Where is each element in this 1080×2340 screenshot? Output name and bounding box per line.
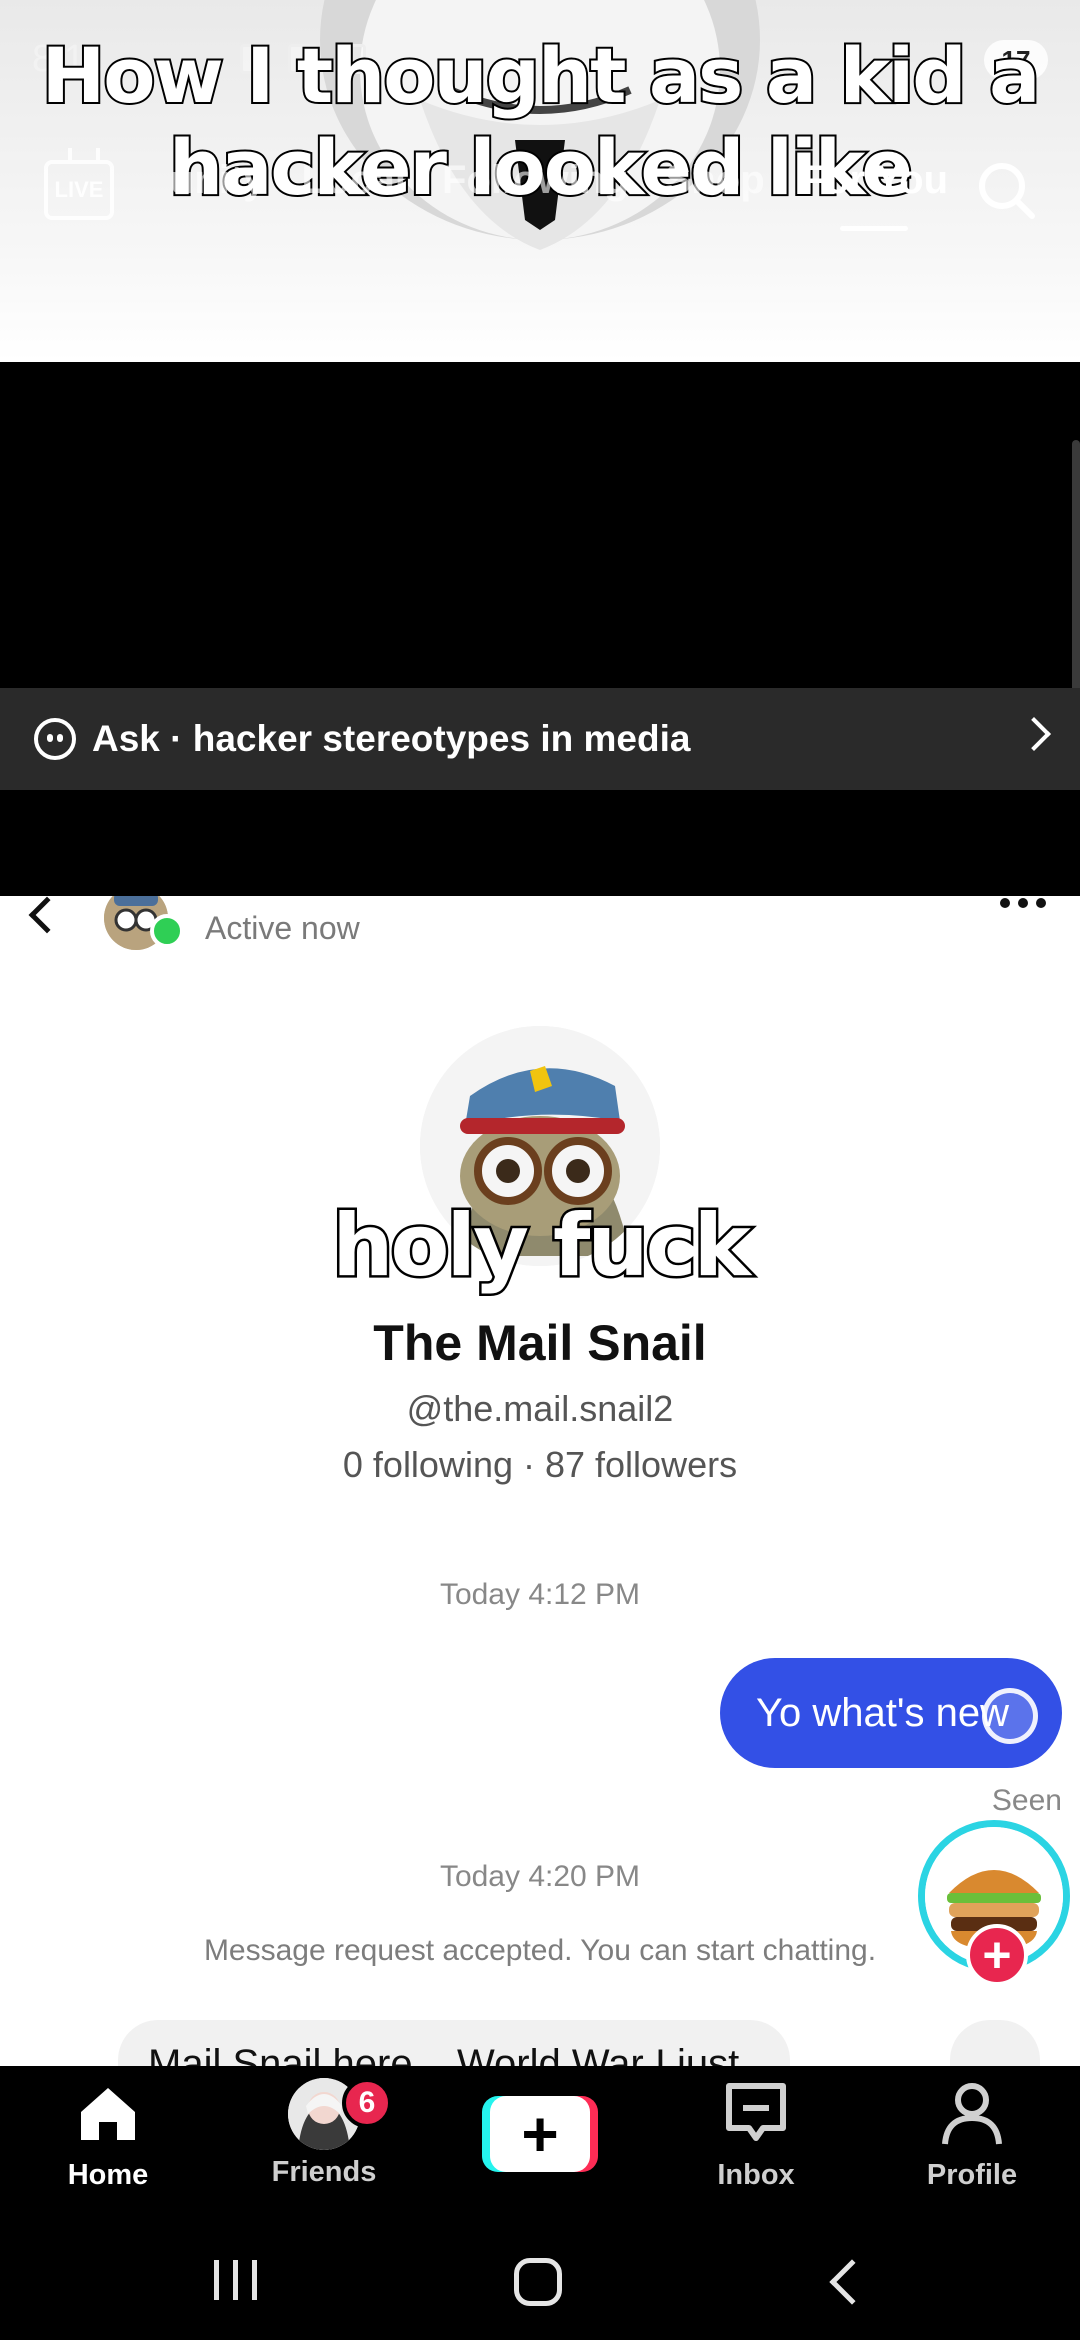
nav-friends-label: Friends: [271, 2156, 377, 2188]
search-icon[interactable]: [974, 158, 1038, 222]
system-navigation-bar: [0, 2220, 1080, 2340]
profile-icon: [942, 2083, 1002, 2145]
back-arrow-icon[interactable]: [28, 896, 66, 934]
ai-assistant-icon: [34, 718, 76, 760]
nav-friends[interactable]: 6 Friends: [224, 2078, 424, 2189]
top-feed-nav: LIVE unity Local Following Shop For You: [0, 150, 1080, 240]
recent-apps-icon[interactable]: [214, 2260, 257, 2300]
assistant-overlay-icon[interactable]: [982, 1688, 1038, 1744]
sticker-text-overlay: holy fuck: [330, 1194, 754, 1299]
inbox-icon: [726, 2083, 786, 2141]
ask-query-text: Ask · hacker stereotypes in media: [92, 718, 691, 759]
tab-for-you[interactable]: For You: [801, 158, 948, 231]
profile-stats: 0 following · 87 followers: [342, 1444, 738, 1485]
bottom-tab-bar: Home 6 Friends + Inbox Profile: [0, 2066, 1080, 2220]
received-message-bubble[interactable]: Mail Snail here... World War I just: [118, 2020, 790, 2066]
nav-profile-label: Profile: [926, 2159, 1018, 2191]
active-status-text: Active now: [205, 910, 360, 946]
chevron-right-icon: [1017, 717, 1051, 751]
system-notice: Message request accepted. You can start …: [203, 1934, 877, 1967]
received-message-bubble-partial[interactable]: [950, 2020, 1040, 2066]
tab-following[interactable]: Following: [442, 158, 629, 203]
nav-home-label: Home: [67, 2159, 149, 2191]
nav-home[interactable]: Home: [8, 2078, 208, 2192]
profile-name[interactable]: The Mail Snail: [0, 1314, 1080, 1372]
meme-caption-line-1: How I thought as a kid a: [40, 29, 1043, 122]
home-button-icon[interactable]: [514, 2258, 562, 2306]
nav-inbox-label: Inbox: [717, 2159, 795, 2191]
live-tv-icon[interactable]: LIVE: [44, 160, 114, 220]
tab-shop[interactable]: Shop: [665, 158, 765, 203]
plus-icon: +: [490, 2096, 590, 2172]
friends-notification-badge: 6: [342, 2078, 392, 2128]
sent-message-text: Yo what's new: [756, 1690, 1009, 1735]
online-status-indicator: [150, 914, 184, 948]
tab-community[interactable]: unity: [170, 158, 266, 203]
message-timestamp: Today 4:12 PM: [439, 1578, 641, 1611]
video-top-frame[interactable]: 8:11 17 How I thought as a kid a hacker …: [0, 0, 1080, 362]
profile-handle: @the.mail.snail2: [406, 1388, 674, 1429]
seen-indicator: Seen: [991, 1784, 1062, 1817]
back-icon[interactable]: [829, 2259, 875, 2305]
create-button[interactable]: +: [482, 2096, 598, 2172]
tab-local[interactable]: Local: [302, 158, 406, 203]
add-plus-badge[interactable]: +: [966, 1924, 1028, 1986]
nav-inbox[interactable]: Inbox: [656, 2078, 856, 2192]
ask-search-bar[interactable]: Ask · hacker stereotypes in media: [0, 688, 1080, 790]
more-options-icon[interactable]: [1000, 898, 1046, 908]
feed-tabs: unity Local Following Shop For You: [170, 158, 948, 231]
sent-message-bubble[interactable]: Yo what's new: [720, 1658, 1062, 1768]
home-icon: [81, 2088, 135, 2140]
nav-profile[interactable]: Profile: [872, 2078, 1072, 2192]
